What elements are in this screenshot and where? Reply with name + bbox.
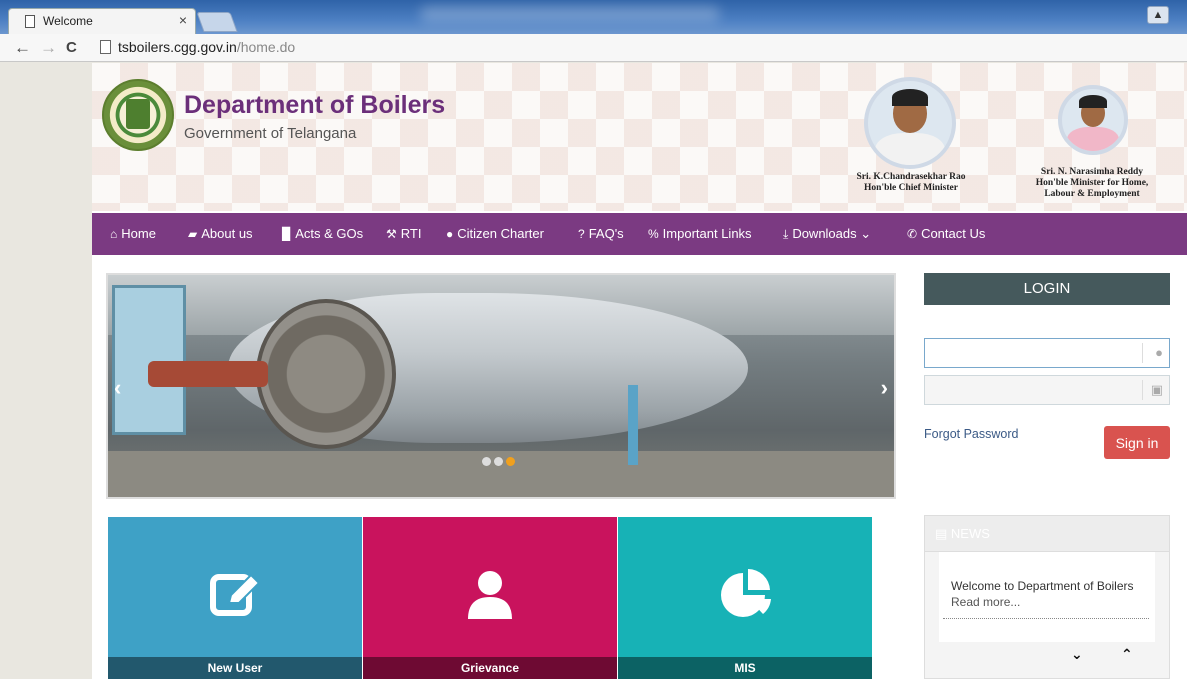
department-subtitle: Government of Telangana — [184, 125, 357, 142]
forward-button[interactable]: → — [40, 38, 57, 58]
news-title: NEWS — [950, 526, 990, 541]
news-text: Welcome to Department of Boilers — [951, 579, 1134, 593]
tile-label: New User — [108, 657, 362, 679]
phone-icon: ✆ — [907, 227, 918, 241]
news-item[interactable]: Welcome to Department of Boilers Read mo… — [951, 578, 1141, 610]
back-button[interactable]: ← — [14, 38, 31, 58]
news-icon: ▤ — [935, 526, 951, 541]
lock-icon: ▣ — [1150, 382, 1163, 397]
book-icon: ▰ — [188, 227, 198, 241]
pie-chart-icon — [721, 569, 771, 617]
login-heading: LOGIN — [924, 273, 1170, 305]
department-title: Department of Boilers — [184, 91, 446, 119]
official-name: Sri. K.Chandrasekhar Rao — [856, 172, 966, 182]
user-icon: ● — [1155, 345, 1163, 360]
sign-in-button[interactable]: Sign in — [1104, 426, 1170, 459]
question-icon: ? — [578, 227, 585, 241]
browser-tab-strip: Welcome × ▲ — [0, 0, 1187, 34]
official-role-line2: Labour & Employment — [1044, 189, 1140, 199]
page-icon — [100, 40, 111, 54]
reload-button[interactable]: C — [66, 39, 77, 56]
url-host: tsboilers.cgg.gov.in — [118, 39, 237, 55]
tab-title: Welcome — [43, 14, 93, 28]
image-carousel: ‹ › — [106, 273, 896, 499]
news-divider — [943, 618, 1149, 619]
nav-faqs[interactable]: ? FAQ's — [578, 226, 624, 241]
nav-contact-us[interactable]: ✆ Contact Us — [907, 226, 985, 241]
grievance-tile[interactable]: Grievance — [363, 517, 617, 679]
nav-citizen-charter[interactable]: ● Citizen Charter — [446, 226, 544, 241]
address-bar[interactable]: tsboilers.cgg.gov.in/home.do — [96, 38, 1181, 59]
news-header: ▤ NEWS — [925, 516, 1169, 552]
official-name: Sri. N. Narasimha Reddy — [1040, 167, 1144, 177]
nav-about-us[interactable]: ▰ About us — [188, 226, 253, 241]
news-scroll-down-icon[interactable]: ⌄ — [1071, 646, 1083, 663]
mis-tile[interactable]: MIS — [618, 517, 872, 679]
chevron-down-icon: ⌄ — [860, 226, 872, 241]
news-body: Welcome to Department of Boilers Read mo… — [939, 552, 1155, 642]
browser-toolbar: ← → C tsboilers.cgg.gov.in/home.do — [0, 34, 1187, 62]
tab-close-icon[interactable]: × — [179, 12, 187, 28]
official-role: Hon'ble Minister for Home, — [1035, 178, 1149, 188]
carousel-indicators — [482, 453, 518, 471]
home-minister-photo — [1058, 85, 1128, 155]
carousel-dot-active[interactable] — [506, 457, 515, 466]
tile-label: Grievance — [363, 657, 617, 679]
nav-rti[interactable]: ⚒ RTI — [386, 226, 421, 241]
link-icon: % — [648, 227, 659, 241]
nav-acts-gos[interactable]: ▉ Acts & GOs — [282, 226, 363, 241]
url-text: tsboilers.cgg.gov.in/home.do — [118, 39, 295, 55]
carousel-dot[interactable] — [494, 457, 503, 466]
url-path: /home.do — [236, 39, 296, 55]
main-nav: ⌂ Home ▰ About us ▉ Acts & GOs ⚒ RTI ● Citize… — [92, 213, 1187, 255]
username-field[interactable]: ● — [924, 338, 1170, 368]
nav-downloads[interactable]: ⤓ Downloads ⌄ — [783, 226, 871, 242]
nav-home[interactable]: ⌂ Home — [110, 226, 156, 241]
site-header: Department of Boilers Government of Tela… — [92, 63, 1187, 211]
home-icon: ⌂ — [110, 227, 118, 241]
carousel-next-button[interactable]: › — [881, 375, 888, 401]
home-minister-caption: Sri. N. Narasimha Reddy Hon'ble Minister… — [1022, 167, 1162, 200]
window-title-blur — [420, 6, 720, 22]
download-icon: ⤓ — [783, 227, 789, 241]
chief-minister-photo — [864, 77, 956, 169]
tile-label: MIS — [618, 657, 872, 679]
news-scroll-up-icon[interactable]: ⌃ — [1121, 646, 1133, 663]
user-icon — [468, 571, 512, 619]
telangana-emblem-logo — [102, 79, 174, 151]
chief-minister-caption: Sri. K.Chandrasekhar Rao Hon'ble Chief M… — [836, 172, 986, 194]
gavel-icon: ⚒ — [386, 227, 397, 241]
edit-icon — [210, 573, 261, 616]
file-icon: ▉ — [282, 227, 292, 241]
new-user-tile[interactable]: New User — [108, 517, 362, 679]
browser-tab[interactable]: Welcome × — [8, 8, 196, 34]
user-icon: ● — [446, 227, 454, 241]
forgot-password-link[interactable]: Forgot Password — [924, 427, 1018, 441]
new-tab-button[interactable] — [196, 12, 238, 32]
news-panel: ▤ NEWS Welcome to Department of Boilers … — [924, 515, 1170, 679]
profile-button[interactable]: ▲ — [1147, 6, 1169, 24]
web-page: Department of Boilers Government of Tela… — [92, 63, 1187, 679]
nav-important-links[interactable]: % Important Links — [648, 226, 752, 241]
password-field[interactable]: ▣ — [924, 375, 1170, 405]
official-role: Hon'ble Chief Minister — [864, 183, 958, 193]
carousel-dot[interactable] — [482, 457, 491, 466]
carousel-prev-button[interactable]: ‹ — [114, 375, 121, 401]
read-more-link[interactable]: Read more... — [951, 595, 1020, 609]
page-icon — [25, 15, 35, 28]
